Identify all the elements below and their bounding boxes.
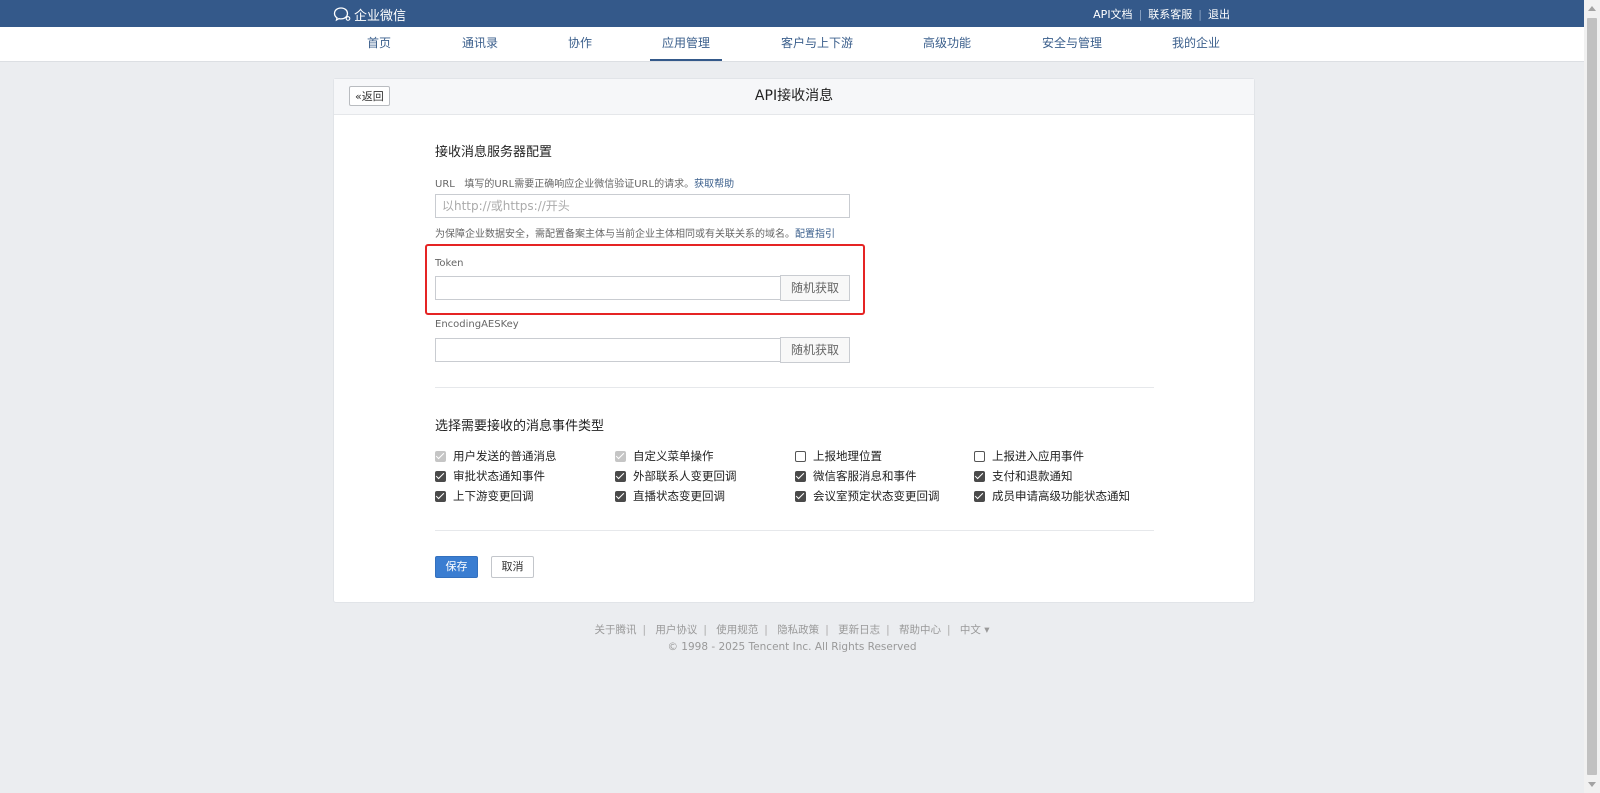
page-scrollbar[interactable] (1584, 0, 1600, 793)
nav-app-management[interactable]: 应用管理 (649, 27, 723, 61)
aeskey-input[interactable] (435, 338, 781, 362)
event-checkbox-item[interactable]: 成员申请高级功能状态通知 (974, 488, 1130, 504)
page-title: API接收消息 (754, 88, 834, 104)
copyright: © 1998 - 2025 Tencent Inc. All Rights Re… (667, 641, 917, 653)
event-checkbox-item[interactable]: 自定义菜单操作 (615, 448, 714, 464)
nav-advanced[interactable]: 高级功能 (923, 27, 971, 61)
top-links: API文档 | 联系客服 | 退出 (1093, 6, 1230, 22)
checkbox[interactable] (795, 450, 806, 462)
separator: | (642, 624, 647, 636)
separator: | (886, 624, 890, 636)
wecom-logo[interactable]: 企业微信 (333, 4, 406, 24)
event-types-title: 选择需要接收的消息事件类型 (435, 419, 605, 434)
nav-customers[interactable]: 客户与上下游 (781, 27, 853, 61)
main-nav: 首页 通讯录 协作 应用管理 客户与上下游 高级功能 安全与管理 我的企业 (0, 27, 1584, 62)
aeskey-random-button[interactable]: 随机获取 (780, 337, 850, 363)
separator: | (1138, 7, 1143, 21)
url-label: URL (435, 179, 455, 190)
event-checkbox-item[interactable]: 外部联系人变更回调 (615, 468, 737, 484)
contact-support-link[interactable]: 联系客服 (1148, 6, 1192, 22)
scroll-up-arrow-icon[interactable] (1588, 6, 1596, 11)
separator: | (703, 624, 707, 636)
card-header: API接收消息 «返回 (334, 79, 1254, 115)
nav-collaboration[interactable]: 协作 (568, 27, 592, 61)
url-label-row: URL 填写的URL需要正确响应企业微信验证URL的请求。获取帮助 (435, 175, 734, 190)
language-selector[interactable]: 中文 ▾ (960, 624, 990, 636)
footer-links: 关于腾讯 | 用户协议 | 使用规范 | 隐私政策 | 更新日志 | 帮助中心 | 中文 ▾ (0, 622, 1584, 637)
checkbox[interactable] (435, 470, 446, 482)
footer-link-privacy[interactable]: 隐私政策 (777, 624, 819, 636)
nav-security[interactable]: 安全与管理 (1042, 27, 1102, 61)
separator: | (946, 624, 951, 636)
event-checkbox-item[interactable]: 审批状态通知事件 (435, 468, 545, 484)
event-label: 上报进入应用事件 (992, 449, 1084, 463)
back-label: 返回 (361, 90, 384, 103)
back-button[interactable]: «返回 (349, 86, 390, 106)
logo-text: 企业微信 (354, 8, 407, 24)
separator: | (825, 624, 829, 636)
nav-home[interactable]: 首页 (367, 27, 391, 61)
checkbox[interactable] (615, 470, 626, 482)
get-help-link[interactable]: 获取帮助 (694, 179, 734, 190)
footer-link-rules[interactable]: 使用规范 (716, 624, 758, 636)
footer-link-help[interactable]: 帮助中心 (899, 624, 941, 636)
save-button[interactable]: 保存 (435, 556, 478, 578)
checkbox[interactable] (974, 470, 985, 482)
footer-link-terms[interactable]: 用户协议 (655, 624, 697, 636)
event-label: 上下游变更回调 (453, 489, 534, 503)
checkbox[interactable] (615, 490, 626, 502)
event-checkbox-item[interactable]: 用户发送的普通消息 (435, 448, 557, 464)
event-checkbox-item[interactable]: 微信客服消息和事件 (795, 468, 917, 484)
footer-link-about[interactable]: 关于腾讯 (595, 624, 637, 636)
scroll-thumb[interactable] (1587, 18, 1597, 775)
nav-contacts[interactable]: 通讯录 (462, 27, 498, 61)
chat-bubble-icon (333, 7, 351, 22)
scroll-down-arrow-icon[interactable] (1588, 782, 1596, 787)
checkbox[interactable] (435, 490, 446, 502)
event-label: 上报地理位置 (813, 449, 882, 463)
server-config-title: 接收消息服务器配置 (435, 145, 553, 160)
checkbox[interactable] (795, 470, 806, 482)
url-input[interactable]: 以http://或https://开头 (435, 194, 850, 218)
checkbox[interactable] (795, 490, 806, 502)
double-chevron-left-icon: « (355, 90, 362, 103)
separator: | (1198, 7, 1202, 21)
checkbox[interactable] (974, 490, 985, 502)
event-label: 支付和退款通知 (992, 469, 1073, 483)
event-label: 自定义菜单操作 (633, 449, 714, 463)
event-label: 微信客服消息和事件 (813, 469, 917, 483)
top-bar: 企业微信 API文档 | 联系客服 | 退出 (0, 0, 1584, 27)
token-highlight-box (425, 244, 865, 315)
event-checkbox-item[interactable]: 上报地理位置 (795, 448, 882, 464)
event-checkbox-item[interactable]: 支付和退款通知 (974, 468, 1073, 484)
event-label: 成员申请高级功能状态通知 (992, 489, 1130, 503)
footer-link-changelog[interactable]: 更新日志 (838, 624, 880, 636)
api-docs-link[interactable]: API文档 (1093, 6, 1132, 22)
event-label: 会议室预定状态变更回调 (813, 489, 940, 503)
security-note-row: 为保障企业数据安全，需配置备案主体与当前企业主体相同或有关联关系的域名。配置指引 (435, 225, 835, 240)
nav-my-company[interactable]: 我的企业 (1172, 27, 1220, 61)
event-checkbox-item[interactable]: 上下游变更回调 (435, 488, 534, 504)
checkbox[interactable] (435, 450, 446, 462)
aeskey-label: EncodingAESKey (435, 319, 519, 330)
config-guide-link[interactable]: 配置指引 (795, 229, 835, 240)
url-hint: 填写的URL需要正确响应企业微信验证URL的请求。 (464, 179, 695, 190)
section-divider (435, 530, 1154, 531)
cancel-button[interactable]: 取消 (491, 556, 534, 578)
event-checkbox-item[interactable]: 直播状态变更回调 (615, 488, 725, 504)
event-checkbox-item[interactable]: 会议室预定状态变更回调 (795, 488, 940, 504)
checkbox[interactable] (974, 450, 985, 462)
section-divider (435, 387, 1154, 388)
event-label: 审批状态通知事件 (453, 469, 545, 483)
event-checkbox-item[interactable]: 上报进入应用事件 (974, 448, 1084, 464)
event-label: 外部联系人变更回调 (633, 469, 737, 483)
checkbox[interactable] (615, 450, 626, 462)
logout-link[interactable]: 退出 (1208, 6, 1230, 22)
event-label: 用户发送的普通消息 (453, 449, 557, 463)
security-note: 为保障企业数据安全，需配置备案主体与当前企业主体相同或有关联关系的域名。 (435, 229, 795, 240)
event-label: 直播状态变更回调 (633, 489, 725, 503)
separator: | (764, 624, 768, 636)
